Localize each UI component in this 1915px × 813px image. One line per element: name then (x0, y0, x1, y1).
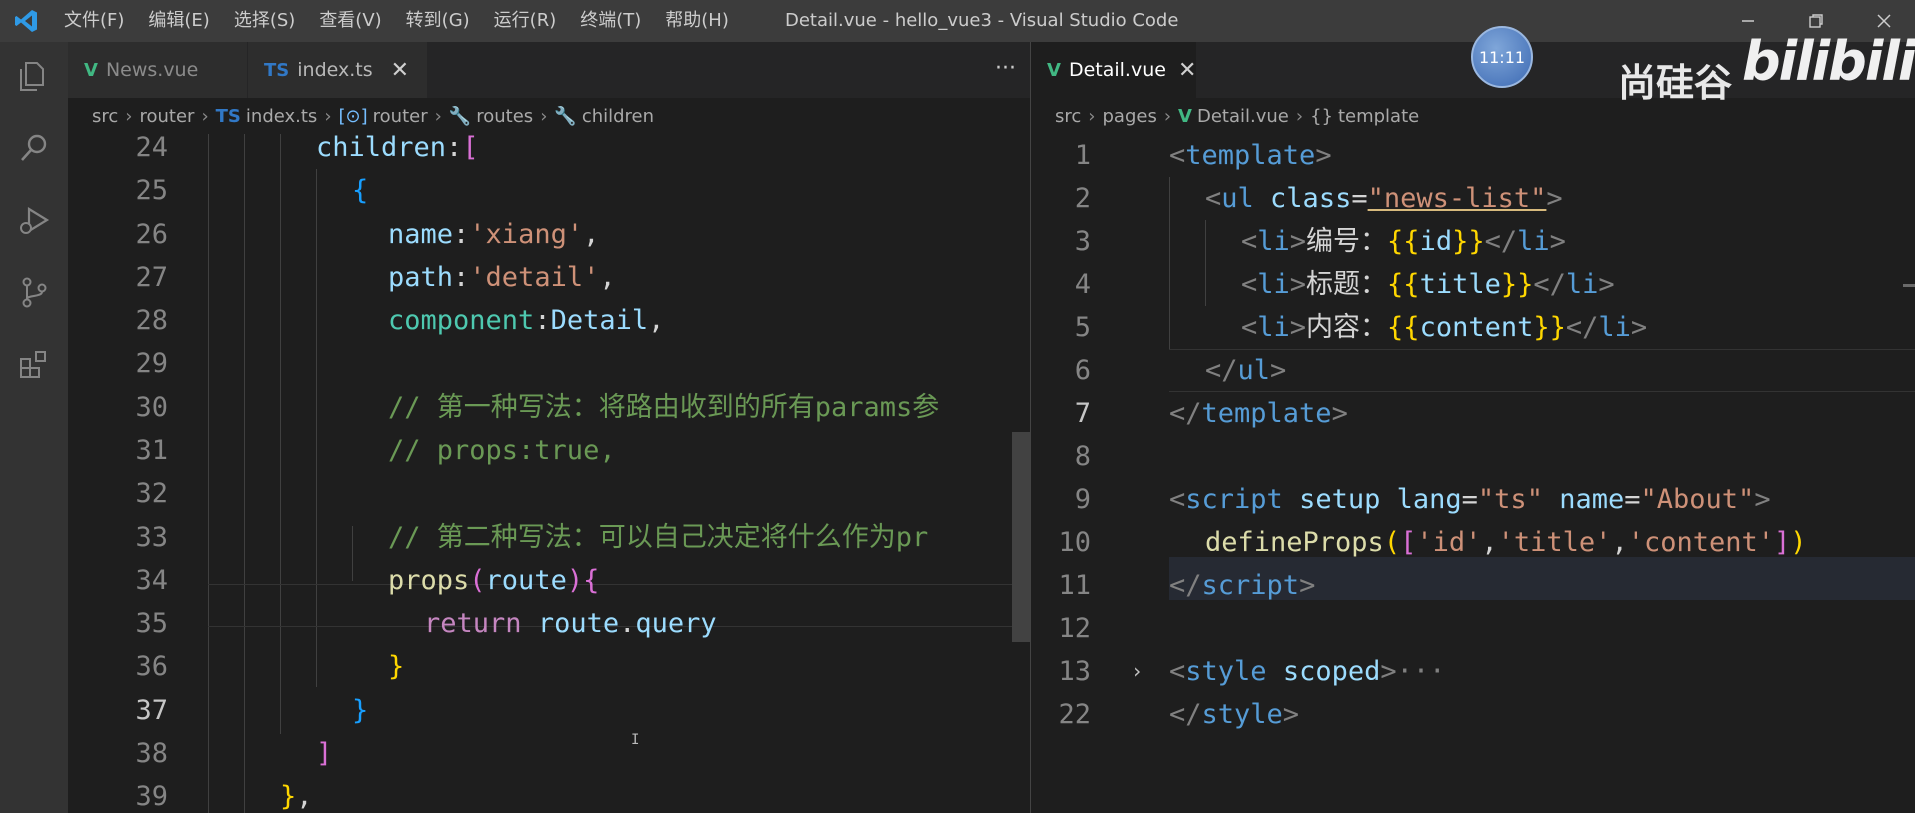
menu-terminal[interactable]: 终端(T) (568, 0, 653, 42)
bilibili-logo: bilibili (1742, 30, 1915, 93)
menu-view[interactable]: 查看(V) (307, 0, 393, 42)
menu-help[interactable]: 帮助(H) (653, 0, 741, 42)
activity-bar (0, 42, 68, 813)
typescript-file-icon: TS (215, 105, 241, 127)
vue-file-icon: V (1178, 105, 1192, 127)
code-line: 39}, (135, 781, 313, 812)
breadcrumb-item[interactable]: routes (476, 106, 533, 127)
extensions-icon[interactable] (10, 340, 58, 388)
tab-news-vue[interactable]: V News.vue (68, 42, 248, 98)
menu-go[interactable]: 转到(G) (394, 0, 482, 42)
window-title: Detail.vue - hello_vue3 - Visual Studio … (785, 10, 1179, 31)
tab-detail-vue[interactable]: V Detail.vue ✕ (1031, 42, 1197, 98)
code-line: 24 children:[ (135, 132, 479, 163)
menu-selection[interactable]: 选择(S) (222, 0, 307, 42)
code-line: 4 <li>标题：{{title}}</li> (1074, 269, 1615, 300)
code-line: 33// 第二种写法：可以自己决定将什么作为pr (135, 522, 929, 553)
breadcrumb-item[interactable]: src (92, 106, 118, 127)
title-bar: 文件(F) 编辑(E) 选择(S) 查看(V) 转到(G) 运行(R) 终端(T… (0, 0, 1915, 42)
code-line: 26 name:'xiang', (135, 219, 600, 250)
scrollbar-thumb[interactable] (1012, 432, 1030, 642)
breadcrumb-item[interactable]: template (1338, 106, 1419, 127)
typescript-file-icon: TS (264, 59, 290, 81)
menu-edit[interactable]: 编辑(E) (136, 0, 221, 42)
code-line: 27 path:'detail', (135, 262, 616, 293)
breadcrumb-item[interactable]: pages (1102, 106, 1156, 127)
braces-icon: {} (1310, 105, 1333, 127)
tab-index-ts[interactable]: TS index.ts ✕ (248, 42, 428, 98)
menu-file[interactable]: 文件(F) (52, 0, 136, 42)
more-actions-icon[interactable]: ··· (995, 56, 1016, 81)
editor-group-right: V Detail.vue ✕ src › pages › V Detail.vu… (1031, 42, 1915, 813)
breadcrumb-item[interactable]: router (373, 106, 428, 127)
menu-run[interactable]: 运行(R) (482, 0, 569, 42)
code-line: 25{ (135, 175, 369, 206)
tab-bar: V News.vue TS index.ts ✕ ··· (68, 42, 1030, 98)
breadcrumb-item[interactable]: src (1055, 106, 1081, 127)
code-line: 1 <template> (1074, 140, 1332, 171)
clock-badge: 11:11 (1471, 26, 1533, 88)
close-tab-icon[interactable]: ✕ (1178, 58, 1196, 83)
run-debug-icon[interactable] (10, 196, 58, 244)
code-line: 3 <li>编号：{{id}}</li> (1074, 226, 1566, 257)
vue-file-icon: V (1047, 59, 1061, 81)
variable-icon: [⊙] (338, 105, 368, 127)
fold-chevron-icon[interactable]: › (1131, 650, 1143, 693)
property-wrench-icon: 🔧 (554, 105, 577, 127)
tab-label: Detail.vue (1068, 59, 1166, 81)
code-editor-left[interactable]: 24 children:[ 25{ 26 name:'xiang', 27 path:… (68, 132, 1030, 813)
editor-group-left: V News.vue TS index.ts ✕ ··· src › route… (68, 42, 1030, 813)
code-line: 29 (135, 348, 168, 379)
property-wrench-icon: 🔧 (448, 105, 472, 127)
code-line: 30// 第一种写法：将路由收到的所有params参 (135, 392, 940, 423)
vscode-logo-icon[interactable] (0, 0, 52, 42)
code-line: 5 <li>内容：{{content}}</li> (1074, 312, 1648, 343)
code-line: 22 </style> (1058, 699, 1300, 730)
scrollbar-marker (1903, 284, 1915, 287)
source-control-icon[interactable] (10, 268, 58, 316)
code-line: 2 <ul class="news-list"> (1074, 183, 1563, 214)
code-line: 38] (135, 738, 333, 769)
text-cursor-icon: I (631, 732, 640, 748)
code-line: 6 </ul> (1074, 355, 1287, 386)
breadcrumb-item[interactable]: index.ts (246, 106, 317, 127)
vue-file-icon: V (84, 59, 98, 81)
breadcrumb-item[interactable]: router (139, 106, 194, 127)
code-line: 36} (135, 651, 405, 682)
code-line: 13 › <style scoped>··· (1031, 650, 1915, 693)
explorer-icon[interactable] (10, 52, 58, 100)
code-line: 9 <script setup lang="ts" name="About"> (1074, 484, 1771, 515)
breadcrumb-item[interactable]: children (582, 106, 654, 127)
tab-label: index.ts (297, 59, 373, 81)
brand-watermark: 尚硅谷 (1618, 61, 1733, 105)
code-line: 31// props:true, (135, 435, 616, 466)
code-line: 8 (1074, 441, 1091, 472)
code-editor-right[interactable]: 1 <template> 2 <ul class="news-list"> 3 <li… (1031, 134, 1915, 813)
breadcrumb-item[interactable]: Detail.vue (1197, 106, 1289, 127)
code-line: 10 defineProps(['id','title','content']) (1058, 527, 1807, 558)
code-line: 35 return route.query (135, 608, 717, 639)
tab-label: News.vue (105, 59, 199, 81)
code-line: 37} (135, 695, 369, 726)
code-line: 12 (1058, 613, 1091, 644)
code-line: 7 </template> (1074, 398, 1348, 429)
code-line: 28 component:Detail, (135, 305, 665, 336)
code-line: 32 (135, 478, 168, 509)
close-tab-icon[interactable]: ✕ (391, 58, 409, 83)
code-line: 34 props(route){ (135, 565, 600, 596)
search-icon[interactable] (10, 124, 58, 172)
code-line: 11 </script> (1058, 570, 1316, 601)
breadcrumb: src › pages › V Detail.vue › {} template (1031, 98, 1915, 134)
